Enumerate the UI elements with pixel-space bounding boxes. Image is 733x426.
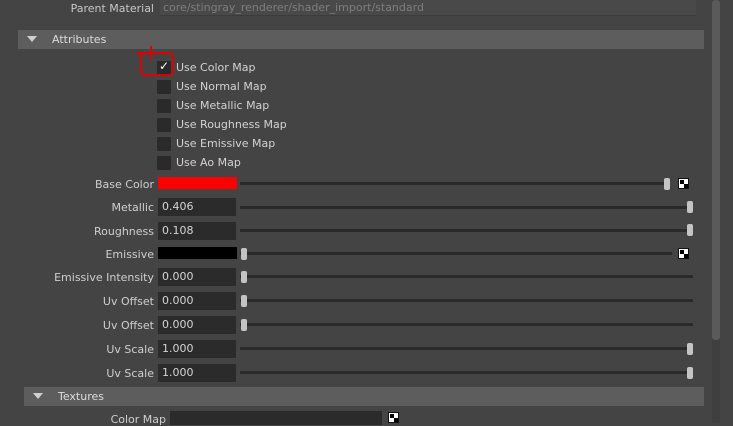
use-emissive-map-checkbox[interactable] bbox=[157, 137, 171, 151]
emissive-intensity-field[interactable]: 0.000 bbox=[158, 268, 236, 286]
use-metallic-map-checkbox[interactable] bbox=[157, 99, 171, 113]
uv-scale-label: Uv Scale bbox=[106, 367, 154, 380]
base-color-swatch[interactable] bbox=[158, 177, 237, 189]
metallic-slider-track[interactable] bbox=[240, 206, 693, 209]
base-color-slider-track[interactable] bbox=[240, 182, 670, 185]
use-roughness-map-label: Use Roughness Map bbox=[176, 118, 287, 131]
uv-scale-slider-handle[interactable] bbox=[687, 343, 693, 355]
roughness-field[interactable]: 0.108 bbox=[158, 222, 236, 240]
emissive-slider-handle[interactable] bbox=[241, 248, 247, 260]
uv-scale-label: Uv Scale bbox=[106, 343, 154, 356]
roughness-slider-track[interactable] bbox=[240, 229, 693, 232]
attributes-section-title: Attributes bbox=[52, 33, 107, 46]
parent-material-label: Parent Material bbox=[70, 2, 154, 15]
base-color-label: Base Color bbox=[94, 178, 154, 191]
use-ao-map-checkbox[interactable] bbox=[157, 156, 171, 170]
roughness-slider-handle[interactable] bbox=[687, 224, 693, 236]
uv-scale-slider-track[interactable] bbox=[240, 347, 693, 350]
base-color-map-button[interactable] bbox=[678, 178, 689, 189]
emissive-swatch[interactable] bbox=[158, 247, 237, 259]
metallic-field[interactable]: 0.406 bbox=[158, 198, 236, 216]
emissive-intensity-slider-track[interactable] bbox=[240, 275, 693, 278]
use-normal-map-checkbox[interactable] bbox=[157, 80, 171, 94]
uv-offset-slider-track[interactable] bbox=[240, 299, 693, 302]
emissive-intensity-slider-handle[interactable] bbox=[241, 271, 247, 283]
uv-scale-field[interactable]: 1.000 bbox=[158, 364, 236, 382]
annotation-highlight-box bbox=[140, 52, 174, 76]
attributes-section-header[interactable]: Attributes bbox=[18, 30, 704, 49]
metallic-label: Metallic bbox=[111, 201, 154, 214]
emissive-label: Emissive bbox=[105, 248, 154, 261]
uv-scale-slider-handle[interactable] bbox=[687, 367, 693, 379]
uv-offset-label: Uv Offset bbox=[102, 319, 154, 332]
metallic-slider-handle[interactable] bbox=[687, 201, 693, 213]
scrollbar-thumb[interactable] bbox=[712, 0, 720, 340]
use-ao-map-label: Use Ao Map bbox=[176, 156, 241, 169]
uv-offset-field[interactable]: 0.000 bbox=[158, 316, 236, 334]
color-map-label: Color Map bbox=[110, 413, 166, 426]
annotation-stroke bbox=[136, 52, 158, 54]
uv-offset-slider-handle[interactable] bbox=[241, 295, 247, 307]
base-color-slider-handle[interactable] bbox=[664, 178, 670, 190]
parent-material-field[interactable]: core/stingray_renderer/shader_import/sta… bbox=[160, 0, 696, 16]
uv-offset-field[interactable]: 0.000 bbox=[158, 292, 236, 310]
textures-section-header[interactable]: Textures bbox=[24, 387, 704, 406]
collapse-triangle-icon[interactable] bbox=[27, 36, 37, 42]
emissive-map-button[interactable] bbox=[678, 248, 689, 259]
roughness-label: Roughness bbox=[93, 225, 154, 238]
uv-scale-slider-track[interactable] bbox=[240, 371, 693, 374]
use-color-map-label: Use Color Map bbox=[176, 61, 256, 74]
uv-offset-slider-handle[interactable] bbox=[241, 319, 247, 331]
use-emissive-map-label: Use Emissive Map bbox=[176, 137, 276, 150]
use-normal-map-label: Use Normal Map bbox=[176, 80, 267, 93]
uv-scale-field[interactable]: 1.000 bbox=[158, 340, 236, 358]
uv-offset-label: Uv Offset bbox=[102, 295, 154, 308]
use-roughness-map-checkbox[interactable] bbox=[157, 118, 171, 132]
textures-section-title: Textures bbox=[58, 390, 104, 403]
use-metallic-map-label: Use Metallic Map bbox=[176, 99, 270, 112]
emissive-slider-track[interactable] bbox=[240, 252, 672, 255]
uv-offset-slider-track[interactable] bbox=[240, 323, 693, 326]
emissive-intensity-label: Emissive Intensity bbox=[54, 271, 154, 284]
collapse-triangle-icon[interactable] bbox=[33, 393, 43, 399]
color-map-button[interactable] bbox=[388, 412, 399, 423]
